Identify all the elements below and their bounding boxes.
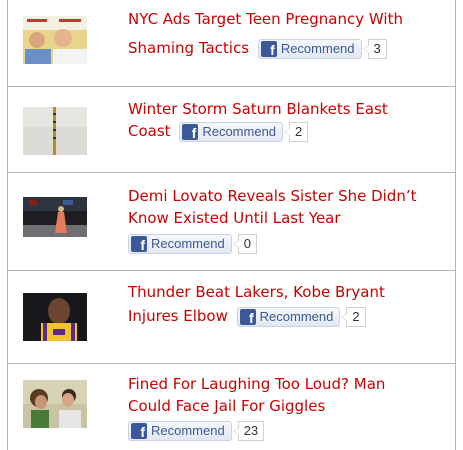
title-line: Know Existed Until Last Year <box>128 209 341 227</box>
recommend-label: Recommend <box>151 422 225 438</box>
facebook-icon: f <box>182 123 199 140</box>
article-title-link[interactable]: Winter Storm Saturn Blankets East Coast … <box>128 98 447 142</box>
recommend-label: Recommend <box>202 123 277 139</box>
recommend-count: 23 <box>232 420 265 441</box>
title-line: Thunder Beat Lakers, Kobe Bryant <box>128 283 385 301</box>
recommend-label: Recommend <box>280 40 355 56</box>
recommend-button[interactable]: f Recommend <box>179 121 284 142</box>
list-item: Winter Storm Saturn Blankets East Coast … <box>8 87 455 173</box>
facebook-icon: f <box>260 40 277 57</box>
title-line: Fined For Laughing Too Loud? Man <box>128 375 386 393</box>
recommend-count: 2 <box>341 306 366 327</box>
recommend-count: 2 <box>283 121 309 142</box>
article-thumbnail[interactable] <box>23 107 87 155</box>
facebook-icon: f <box>131 422 147 439</box>
recommend-widget: f Recommend 0 <box>128 233 257 254</box>
title-line: NYC Ads Target Teen Pregnancy With <box>128 10 403 28</box>
list-item: Demi Lovato Reveals Sister She Didn’t Kn… <box>8 173 455 271</box>
article-thumbnail[interactable] <box>23 197 87 237</box>
recommend-label: Recommend <box>259 308 334 324</box>
facebook-icon: f <box>239 308 256 325</box>
title-line: Could Face Jail For Giggles <box>128 397 326 415</box>
facebook-icon: f <box>131 235 147 252</box>
article-list: NYC Ads Target Teen Pregnancy With Shami… <box>7 0 456 450</box>
recommend-widget: f Recommend 2 <box>236 306 366 327</box>
list-item: Fined For Laughing Too Loud? Man Could F… <box>8 364 455 450</box>
article-title-link[interactable]: Thunder Beat Lakers, Kobe Bryant Injures… <box>128 281 447 327</box>
list-item: Thunder Beat Lakers, Kobe Bryant Injures… <box>8 271 455 364</box>
recommend-button[interactable]: f Recommend <box>236 306 341 327</box>
recommend-count: 3 <box>362 38 387 59</box>
recommend-widget: f Recommend 3 <box>257 38 387 59</box>
recommend-widget: f Recommend 23 <box>128 420 265 441</box>
article-thumbnail[interactable] <box>23 380 87 428</box>
recommend-count: 0 <box>232 233 257 254</box>
article-title-link[interactable]: NYC Ads Target Teen Pregnancy With Shami… <box>128 8 447 59</box>
title-line: Injures Elbow <box>128 307 228 325</box>
title-line: Winter Storm Saturn Blankets East <box>128 100 388 118</box>
recommend-button[interactable]: f Recommend <box>128 420 232 441</box>
article-title-link[interactable]: Demi Lovato Reveals Sister She Didn’t Kn… <box>128 185 447 254</box>
article-thumbnail[interactable] <box>23 293 87 341</box>
title-line: Shaming Tactics <box>128 39 250 57</box>
recommend-button[interactable]: f Recommend <box>128 233 232 254</box>
recommend-button[interactable]: f Recommend <box>257 38 362 59</box>
title-line: Demi Lovato Reveals Sister She Didn’t <box>128 187 417 205</box>
article-thumbnail[interactable] <box>23 16 87 64</box>
recommend-label: Recommend <box>151 235 225 251</box>
article-title-link[interactable]: Fined For Laughing Too Loud? Man Could F… <box>128 373 447 441</box>
title-line: Coast <box>128 122 171 140</box>
recommend-widget: f Recommend 2 <box>179 121 309 142</box>
list-item: NYC Ads Target Teen Pregnancy With Shami… <box>8 0 455 87</box>
